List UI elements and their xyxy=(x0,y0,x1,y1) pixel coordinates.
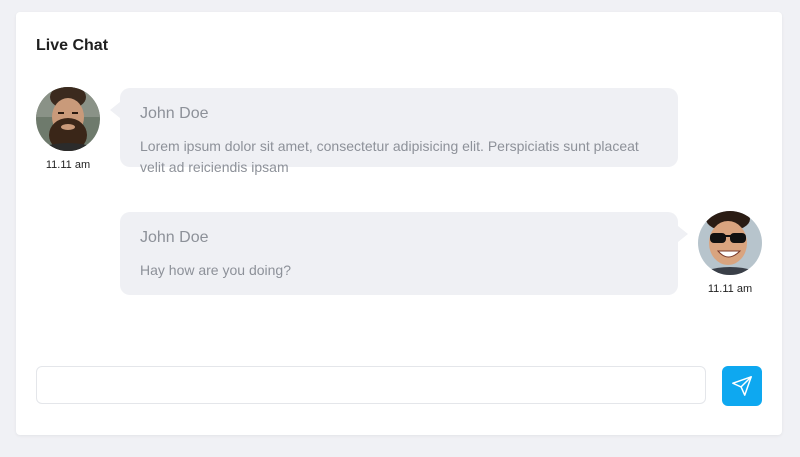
message-input[interactable] xyxy=(36,366,706,404)
message-author: John Doe xyxy=(140,105,209,122)
bearded-man-avatar xyxy=(36,87,100,151)
message-time: 11.11 am xyxy=(707,283,753,295)
message-time: 11.11 am xyxy=(45,159,91,171)
message-text: Lorem ipsum dolor sit amet, consectetur … xyxy=(140,138,639,175)
paper-plane-icon xyxy=(732,376,752,396)
message-author: John Doe xyxy=(140,229,209,246)
page-title: Live Chat xyxy=(36,37,109,54)
sunglasses-man-avatar xyxy=(698,211,762,275)
avatar xyxy=(698,211,762,275)
message-bubble: John Doe Lorem ipsum dolor sit amet, con… xyxy=(110,88,678,175)
send-button[interactable] xyxy=(722,366,762,406)
avatar xyxy=(36,87,100,151)
message-text: Hay how are you doing? xyxy=(140,262,291,278)
message-bubble: John Doe Hay how are you doing? xyxy=(120,212,688,295)
chat-card: Live Chat 11.11 am John Doe Lorem ipsum … xyxy=(16,12,782,435)
